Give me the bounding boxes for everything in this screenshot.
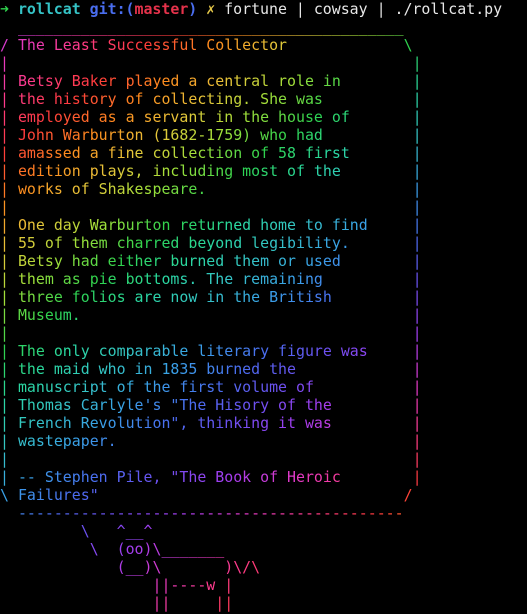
output-line: | edition plays, including most of the | bbox=[0, 162, 422, 180]
output-line: | the history of collecting. She was | bbox=[0, 90, 422, 108]
terminal-window[interactable]: ➜ rollcat git:(master) ✗ fortune | cowsa… bbox=[0, 0, 527, 614]
output-line: | the maid who in 1835 burned the | bbox=[0, 360, 422, 378]
output-line: ||----w | bbox=[152, 576, 234, 594]
output-line: || || bbox=[152, 594, 234, 612]
prompt-directory: rollcat bbox=[17, 0, 81, 18]
output-line: ________________________________________… bbox=[17, 18, 404, 36]
output-line: | | bbox=[0, 198, 422, 216]
output-line: | | bbox=[0, 324, 422, 342]
output-line: | amassed a fine collection of 58 first … bbox=[0, 144, 422, 162]
output-line: | manuscript of the first volume of | bbox=[0, 378, 422, 396]
output-line: | Thomas Carlyle's "The Hisory of the | bbox=[0, 396, 422, 414]
output-line: \ Failures" / bbox=[0, 486, 413, 504]
output-line: | wastepaper. | bbox=[0, 432, 422, 450]
output-line: | them as pie bottoms. The remaining | bbox=[0, 270, 422, 288]
output-line: | Betsy Baker played a central role in | bbox=[0, 72, 422, 90]
output-line: (__)\ )\/\ bbox=[116, 558, 261, 576]
prompt-git-label: git:( bbox=[89, 0, 135, 18]
output-line: | The only comparable literary figure wa… bbox=[0, 342, 422, 360]
output-line: | works of Shakespeare. | bbox=[0, 180, 422, 198]
output-line: | French Revolution", thinking it was | bbox=[0, 414, 422, 432]
output-line: | | bbox=[0, 54, 422, 72]
output-line: ----------------------------------------… bbox=[17, 504, 404, 522]
output-line: \ ^__^ bbox=[80, 522, 153, 540]
output-line: | Museum. | bbox=[0, 306, 422, 324]
output-line: | John Warburton (1682-1759) who had | bbox=[0, 126, 422, 144]
prompt-command: fortune | cowsay | ./rollcat.py bbox=[224, 0, 503, 18]
output-line: | One day Warburton returned home to fin… bbox=[0, 216, 422, 234]
output-line: | | bbox=[0, 450, 422, 468]
shell-prompt-line: ➜ rollcat git:(master) ✗ fortune | cowsa… bbox=[0, 0, 502, 18]
output-line: / The Least Successful Collector \ bbox=[0, 36, 413, 54]
output-line: | Betsy had either burned them or used | bbox=[0, 252, 422, 270]
output-line: | -- Stephen Pile, "The Book of Heroic | bbox=[0, 468, 422, 486]
prompt-dirty-marker: ✗ bbox=[206, 0, 216, 18]
terminal-output: ➜ rollcat git:(master) ✗ fortune | cowsa… bbox=[0, 0, 502, 612]
output-line: \ (oo)\_______ bbox=[89, 540, 225, 558]
output-line: | employed as a servant in the house of … bbox=[0, 108, 422, 126]
prompt-git-close: ) bbox=[188, 0, 198, 18]
prompt-git-branch: master bbox=[134, 0, 189, 18]
prompt-arrow-icon: ➜ bbox=[0, 0, 9, 18]
output-line: | 55 of them charred beyond legibility. … bbox=[0, 234, 422, 252]
output-line: | three folios are now in the British | bbox=[0, 288, 422, 306]
